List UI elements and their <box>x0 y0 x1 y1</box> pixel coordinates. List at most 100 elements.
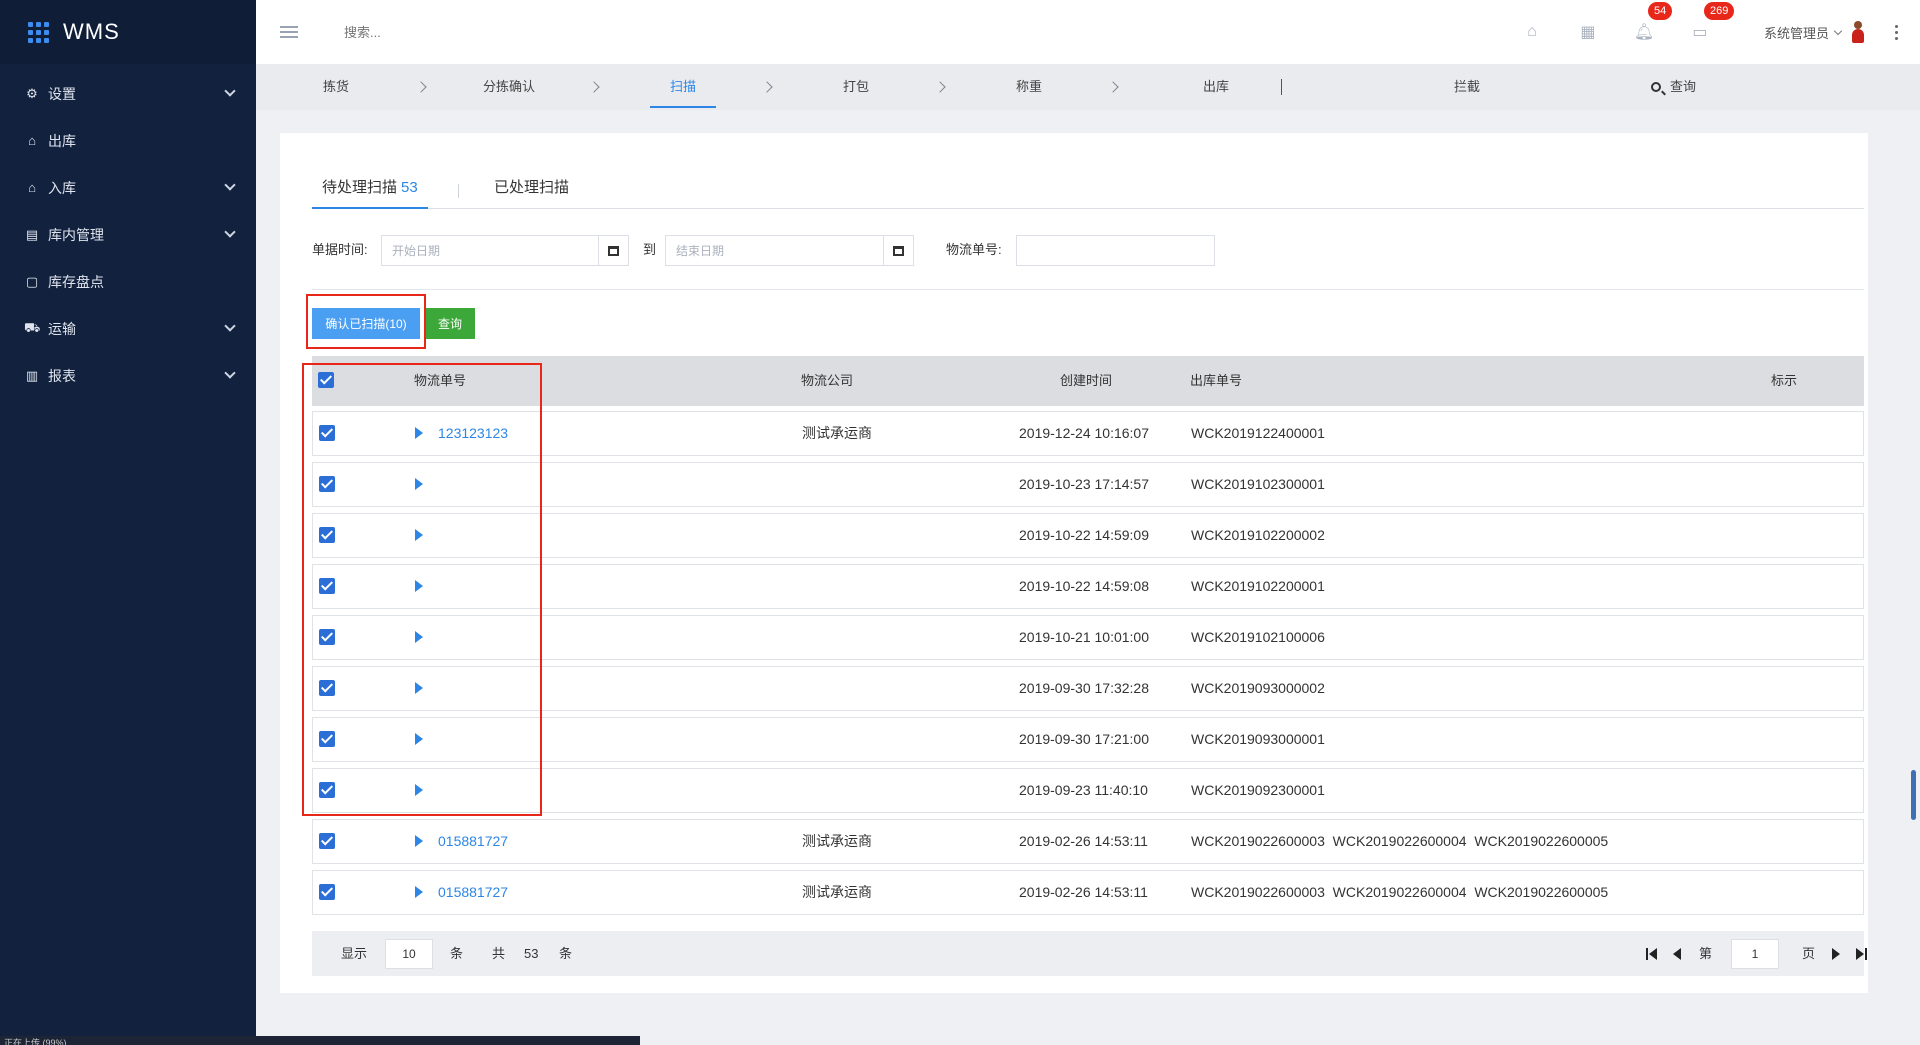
sidebar-item-2[interactable]: ⌂ 入库 <box>0 164 256 211</box>
row-checkbox[interactable] <box>319 476 335 492</box>
step-5[interactable]: 出库 <box>1203 64 1229 110</box>
app-logo[interactable]: WMS <box>0 0 256 64</box>
show-label: 显示 <box>341 946 368 961</box>
total-label: 共 <box>492 946 506 961</box>
page-scrollbar[interactable] <box>1911 770 1916 820</box>
chevron-down-icon <box>224 226 236 238</box>
first-page-icon[interactable] <box>1646 948 1658 960</box>
outbound-no-cell: WCK2019122400001 <box>1191 425 1325 441</box>
chevron-right-icon <box>934 81 946 93</box>
step-6[interactable]: 拦截 <box>1454 64 1480 110</box>
expand-row-icon[interactable] <box>415 631 423 643</box>
table-row[interactable]: 2019-09-30 17:32:28 WCK2019093000002 <box>312 666 1864 711</box>
confirm-scanned-button[interactable]: 确认已扫描(10) <box>312 308 420 339</box>
table-row[interactable]: 2019-10-23 17:14:57 WCK2019102300001 <box>312 462 1864 507</box>
next-page-icon[interactable] <box>1832 948 1840 960</box>
row-checkbox[interactable] <box>319 833 335 849</box>
tracking-no-link[interactable]: 015881727 <box>438 871 508 914</box>
tab-pending-count: 53 <box>401 179 418 196</box>
step-2[interactable]: 扫描 <box>649 64 717 108</box>
created-at-cell: 2019-09-23 11:40:10 <box>1019 782 1148 798</box>
step-query-button[interactable]: 查询 <box>1651 64 1696 110</box>
sidebar-item-5[interactable]: ⛟ 运输 <box>0 305 256 352</box>
table-row[interactable]: 2019-09-30 17:21:00 WCK2019093000001 <box>312 717 1864 762</box>
expand-row-icon[interactable] <box>415 835 423 847</box>
chevron-down-icon <box>1833 26 1843 35</box>
sidebar-item-3[interactable]: ▤ 库内管理 <box>0 211 256 258</box>
divider <box>312 289 1864 290</box>
row-checkbox[interactable] <box>319 731 335 747</box>
sidebar-item-label: 库存盘点 <box>48 273 104 290</box>
end-date-input[interactable] <box>666 236 883 265</box>
expand-row-icon[interactable] <box>415 784 423 796</box>
expand-row-icon[interactable] <box>415 529 423 541</box>
row-checkbox[interactable] <box>319 578 335 594</box>
sidebar-item-1[interactable]: ⌂ 出库 <box>0 117 256 164</box>
prev-page-icon[interactable] <box>1673 948 1681 960</box>
bell-icon[interactable]: 🔔︎ 54 <box>1616 2 1673 42</box>
expand-row-icon[interactable] <box>415 478 423 490</box>
step-4[interactable]: 称重 <box>1016 64 1042 110</box>
more-vertical-icon[interactable] <box>1895 24 1898 40</box>
outbound-no-cell: WCK2019092300001 <box>1191 782 1325 798</box>
notifications-badge: 54 <box>1647 2 1673 20</box>
col-created-at: 创建时间 <box>1060 373 1113 388</box>
home-icon[interactable]: ⌂ <box>1504 23 1560 41</box>
row-checkbox[interactable] <box>319 425 335 441</box>
tab-pending-scan[interactable]: 待处理扫描 53 <box>312 175 428 209</box>
outbound-no-cell: WCK2019102300001 <box>1191 476 1325 492</box>
tab-processed-scan[interactable]: 已处理扫描 <box>484 175 579 209</box>
user-menu[interactable]: 系统管理员 <box>1764 21 1865 43</box>
expand-row-icon[interactable] <box>415 427 423 439</box>
apps-grid-icon <box>28 21 49 43</box>
row-checkbox[interactable] <box>319 680 335 696</box>
sidebar: WMS ⚙ 设置 ⌂ 出库 ⌂ 入库 ▤ 库内管理 ▢ 库存盘点 ⛟ 运输 ▥ 报表 <box>0 0 256 1045</box>
expand-row-icon[interactable] <box>415 733 423 745</box>
sidebar-item-label: 报表 <box>48 367 76 384</box>
step-3[interactable]: 打包 <box>843 64 869 110</box>
row-checkbox[interactable] <box>319 884 335 900</box>
grid-icon[interactable]: ▦ <box>1560 22 1616 42</box>
table-row[interactable]: 2019-09-23 11:40:10 WCK2019092300001 <box>312 768 1864 813</box>
user-name: 系统管理员 <box>1763 25 1829 41</box>
carrier-cell: 测试承运商 <box>802 425 872 441</box>
table-row[interactable]: 123123123 测试承运商 2019-12-24 10:16:07 WCK2019… <box>312 411 1864 456</box>
page-number-input[interactable]: 1 <box>1731 939 1779 969</box>
tracking-input[interactable] <box>1017 236 1214 265</box>
step-query-label: 查询 <box>1670 79 1697 94</box>
pagination-bar: 显示 10 条 共 53 条 第 1 页 <box>312 931 1867 976</box>
expand-row-icon[interactable] <box>415 886 423 898</box>
step-1[interactable]: 分拣确认 <box>483 64 535 110</box>
table-row[interactable]: 2019-10-21 10:01:00 WCK2019102100006 <box>312 615 1864 660</box>
table-row[interactable]: 2019-10-22 14:59:08 WCK2019102200001 <box>312 564 1864 609</box>
table-row[interactable]: 015881727 测试承运商 2019-02-26 14:53:11 WCK2019… <box>312 870 1864 915</box>
row-checkbox[interactable] <box>319 629 335 645</box>
table-row[interactable]: 015881727 测试承运商 2019-02-26 14:53:11 WCK2019… <box>312 819 1864 864</box>
step-0[interactable]: 拣货 <box>323 64 349 110</box>
expand-row-icon[interactable] <box>415 682 423 694</box>
query-button[interactable]: 查询 <box>425 308 475 339</box>
workflow-steps: 拣货 分拣确认 扫描 打包 称重 出库 拦截 查询 <box>256 64 1920 110</box>
table-row[interactable]: 2019-10-22 14:59:09 WCK2019102200002 <box>312 513 1864 558</box>
outbound-no-cell: WCK2019093000001 <box>1191 731 1325 747</box>
sidebar-item-0[interactable]: ⚙ 设置 <box>0 70 256 117</box>
row-checkbox[interactable] <box>319 782 335 798</box>
expand-row-icon[interactable] <box>415 580 423 592</box>
tracking-no-link[interactable]: 123123123 <box>438 412 508 455</box>
sidebar-item-6[interactable]: ▥ 报表 <box>0 352 256 399</box>
gear-icon: ⚙ <box>26 85 38 101</box>
global-search-input[interactable] <box>344 24 584 40</box>
page-size-select[interactable]: 10 <box>385 939 433 969</box>
tracking-no-link[interactable]: 015881727 <box>438 820 508 863</box>
menu-toggle-icon[interactable] <box>280 26 298 38</box>
calendar-icon[interactable] <box>883 236 913 265</box>
start-date-picker <box>381 235 629 266</box>
row-checkbox[interactable] <box>319 527 335 543</box>
sidebar-item-4[interactable]: ▢ 库存盘点 <box>0 258 256 305</box>
calendar-icon[interactable] <box>598 236 628 265</box>
select-all-checkbox[interactable] <box>318 372 334 388</box>
start-date-input[interactable] <box>382 236 598 265</box>
message-icon[interactable]: ▭ 269 <box>1672 2 1735 42</box>
sidebar-item-label: 库内管理 <box>48 226 104 243</box>
last-page-icon[interactable] <box>1856 948 1868 960</box>
